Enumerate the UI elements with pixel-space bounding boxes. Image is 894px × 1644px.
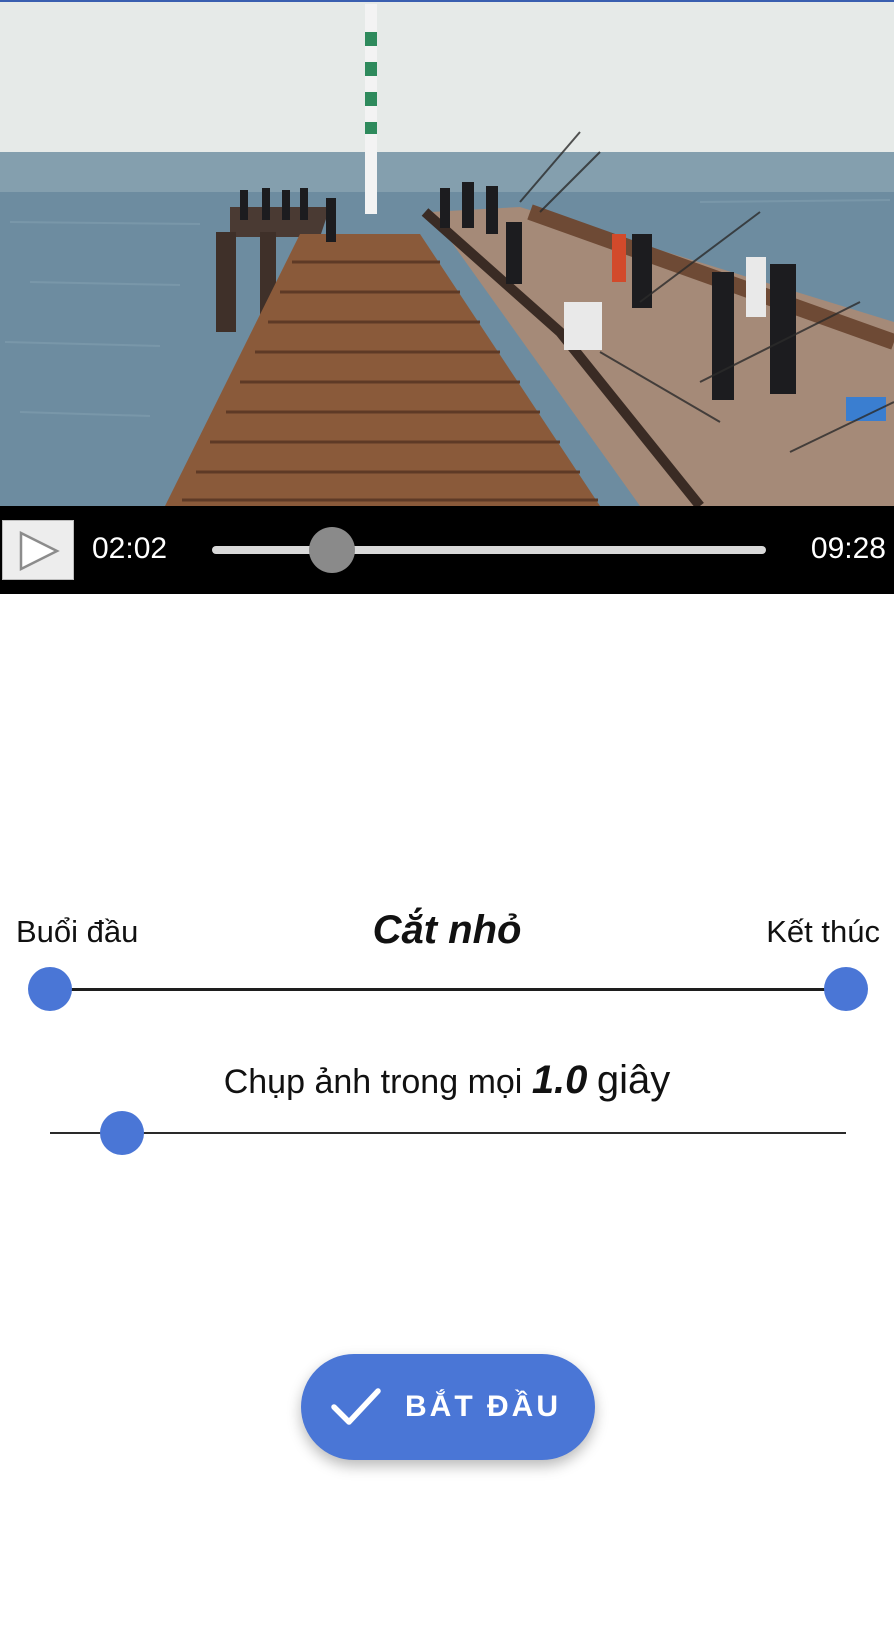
range-end-label: Kết thúc bbox=[766, 914, 880, 949]
check-icon bbox=[331, 1388, 381, 1425]
trim-start-handle[interactable] bbox=[28, 967, 72, 1011]
seek-bar[interactable] bbox=[212, 546, 766, 554]
start-button[interactable]: BẮT ĐẦU bbox=[301, 1354, 595, 1460]
interval-slider-thumb[interactable] bbox=[99, 1111, 144, 1155]
interval-caption: Chụp ảnh trong mọi 1.0 giây bbox=[0, 1058, 894, 1103]
seek-thumb[interactable] bbox=[308, 527, 355, 573]
interval-prefix: Chụp ảnh trong mọi bbox=[223, 1063, 523, 1101]
play-button[interactable] bbox=[2, 520, 74, 580]
video-frame-image bbox=[0, 2, 894, 506]
interval-unit: giây bbox=[596, 1058, 671, 1102]
play-icon bbox=[19, 531, 60, 571]
start-button-label: BẮT ĐẦU bbox=[405, 1390, 561, 1423]
current-time: 02:02 bbox=[92, 532, 168, 565]
trim-end-handle[interactable] bbox=[824, 967, 868, 1011]
section-title: Cắt nhỏ bbox=[372, 908, 522, 952]
trim-range-track[interactable] bbox=[50, 988, 846, 991]
interval-value: 1.0 bbox=[531, 1058, 588, 1102]
interval-slider-track[interactable] bbox=[50, 1132, 846, 1134]
video-preview[interactable] bbox=[0, 2, 894, 506]
video-controls-bar: 02:02 09:28 bbox=[0, 506, 894, 594]
total-time: 09:28 bbox=[810, 532, 886, 565]
